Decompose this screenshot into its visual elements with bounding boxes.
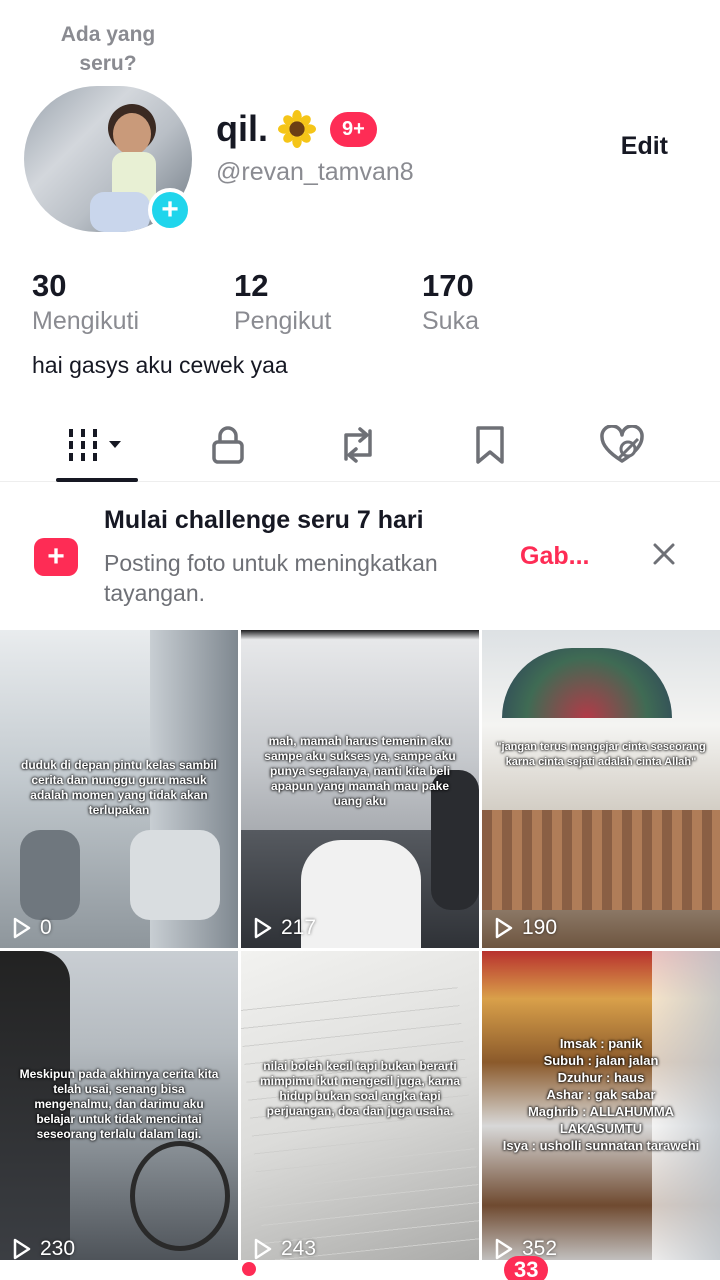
join-challenge-button[interactable]: Gab... (520, 542, 589, 571)
bottom-navigation (0, 1260, 720, 1280)
video-caption: "jangan terus mengejar cinta seseorang k… (496, 741, 706, 768)
stat-followers[interactable]: 12 Pengikut (234, 266, 331, 336)
add-story-button[interactable]: + (148, 188, 192, 232)
video-tile[interactable]: duduk di depan pintu kelas sambil cerita… (0, 630, 238, 948)
view-count-value: 217 (281, 916, 317, 939)
stat-value: 12 (234, 268, 269, 303)
banner-title: Mulai challenge seru 7 hari (104, 506, 424, 534)
video-grid: duduk di depan pintu kelas sambil cerita… (0, 630, 720, 1280)
stat-following[interactable]: 30 Mengikuti (32, 266, 139, 336)
view-count: 230 (12, 1237, 75, 1261)
username: @revan_tamvan8 (216, 158, 414, 186)
video-caption: Imsak : panik Subuh : jalan jalan Dzuhur… (502, 1036, 700, 1153)
liked-hidden-icon (600, 425, 644, 463)
tab-reposts[interactable] (322, 422, 394, 468)
grid-icon (69, 429, 121, 461)
display-name: qil. (216, 108, 268, 149)
sunflower-icon (278, 110, 316, 148)
view-count: 217 (253, 916, 316, 940)
video-tile[interactable]: Meskipun pada akhirnya cerita kita telah… (0, 951, 238, 1269)
video-caption: duduk di depan pintu kelas sambil cerita… (20, 758, 218, 817)
lock-icon (212, 426, 244, 464)
tab-videos[interactable] (62, 422, 134, 468)
profile-tabs (0, 410, 720, 482)
video-caption: nilai boleh kecil tapi bukan berarti mim… (259, 1059, 461, 1118)
stat-label: Pengikut (234, 307, 332, 335)
view-count-value: 0 (40, 916, 52, 939)
video-tile[interactable]: "jangan terus mengejar cinta seseorang k… (482, 630, 720, 948)
stat-likes[interactable]: 170 Suka (422, 266, 479, 336)
status-prompt[interactable]: Ada yang seru? (40, 20, 176, 78)
play-icon (13, 917, 31, 939)
close-icon[interactable] (648, 538, 680, 570)
view-count-value: 230 (40, 1237, 76, 1260)
edit-profile-button[interactable]: Edit (621, 132, 668, 161)
stat-value: 170 (422, 268, 474, 303)
view-count: 0 (12, 916, 52, 940)
play-icon (13, 1238, 31, 1260)
notification-dot (242, 1262, 256, 1276)
video-caption: mah, mamah harus temenin aku sampe aku s… (264, 734, 456, 808)
tab-liked[interactable] (586, 422, 658, 468)
view-count: 243 (253, 1237, 316, 1261)
tab-favorites[interactable] (454, 422, 526, 468)
video-tile[interactable]: mah, mamah harus temenin aku sampe aku s… (241, 630, 479, 948)
active-tab-indicator (56, 478, 138, 482)
bio: hai gasys aku cewek yaa (32, 352, 288, 378)
tab-private[interactable] (192, 422, 264, 468)
stat-label: Mengikuti (32, 307, 139, 335)
play-icon (254, 1238, 272, 1260)
video-tile[interactable]: nilai boleh kecil tapi bukan berarti mim… (241, 951, 479, 1269)
play-icon (254, 917, 272, 939)
play-icon (495, 917, 513, 939)
video-tile[interactable]: Imsak : panik Subuh : jalan jalan Dzuhur… (482, 951, 720, 1269)
add-box-icon: + (34, 538, 78, 576)
view-count-value: 190 (522, 916, 558, 939)
banner-description: Posting foto untuk meningkatkan tayangan… (104, 550, 438, 606)
view-count: 190 (494, 916, 557, 940)
view-count-value: 243 (281, 1237, 317, 1260)
video-caption: Meskipun pada akhirnya cerita kita telah… (19, 1067, 219, 1141)
stat-label: Suka (422, 307, 479, 335)
stat-value: 30 (32, 268, 67, 303)
repost-icon (344, 427, 372, 463)
bookmark-icon (476, 426, 504, 464)
notification-badge[interactable]: 9+ (330, 111, 377, 147)
inbox-badge[interactable]: 33 (504, 1256, 549, 1280)
